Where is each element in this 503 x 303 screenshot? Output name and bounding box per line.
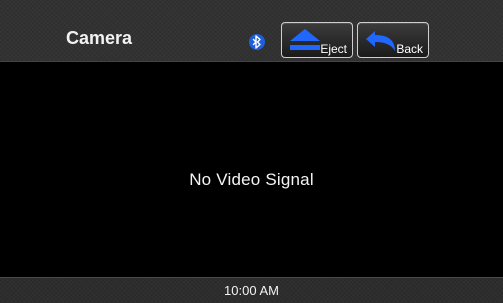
status-bar: 10:00 AM bbox=[0, 277, 503, 303]
back-button[interactable]: Back bbox=[357, 22, 429, 58]
eject-button[interactable]: Eject bbox=[281, 22, 353, 58]
bluetooth-icon bbox=[248, 33, 266, 51]
eject-icon bbox=[290, 29, 320, 50]
back-label: Back bbox=[396, 42, 423, 56]
eject-label: Eject bbox=[320, 42, 347, 56]
camera-screen: Camera Eject Back No Video Signal 10:00 … bbox=[0, 0, 503, 303]
clock-time: 10:00 AM bbox=[224, 283, 279, 298]
top-bar: Camera Eject Back bbox=[0, 0, 503, 62]
video-area: No Video Signal bbox=[0, 62, 503, 276]
no-video-signal-message: No Video Signal bbox=[189, 170, 314, 189]
screen-title: Camera bbox=[66, 28, 133, 48]
